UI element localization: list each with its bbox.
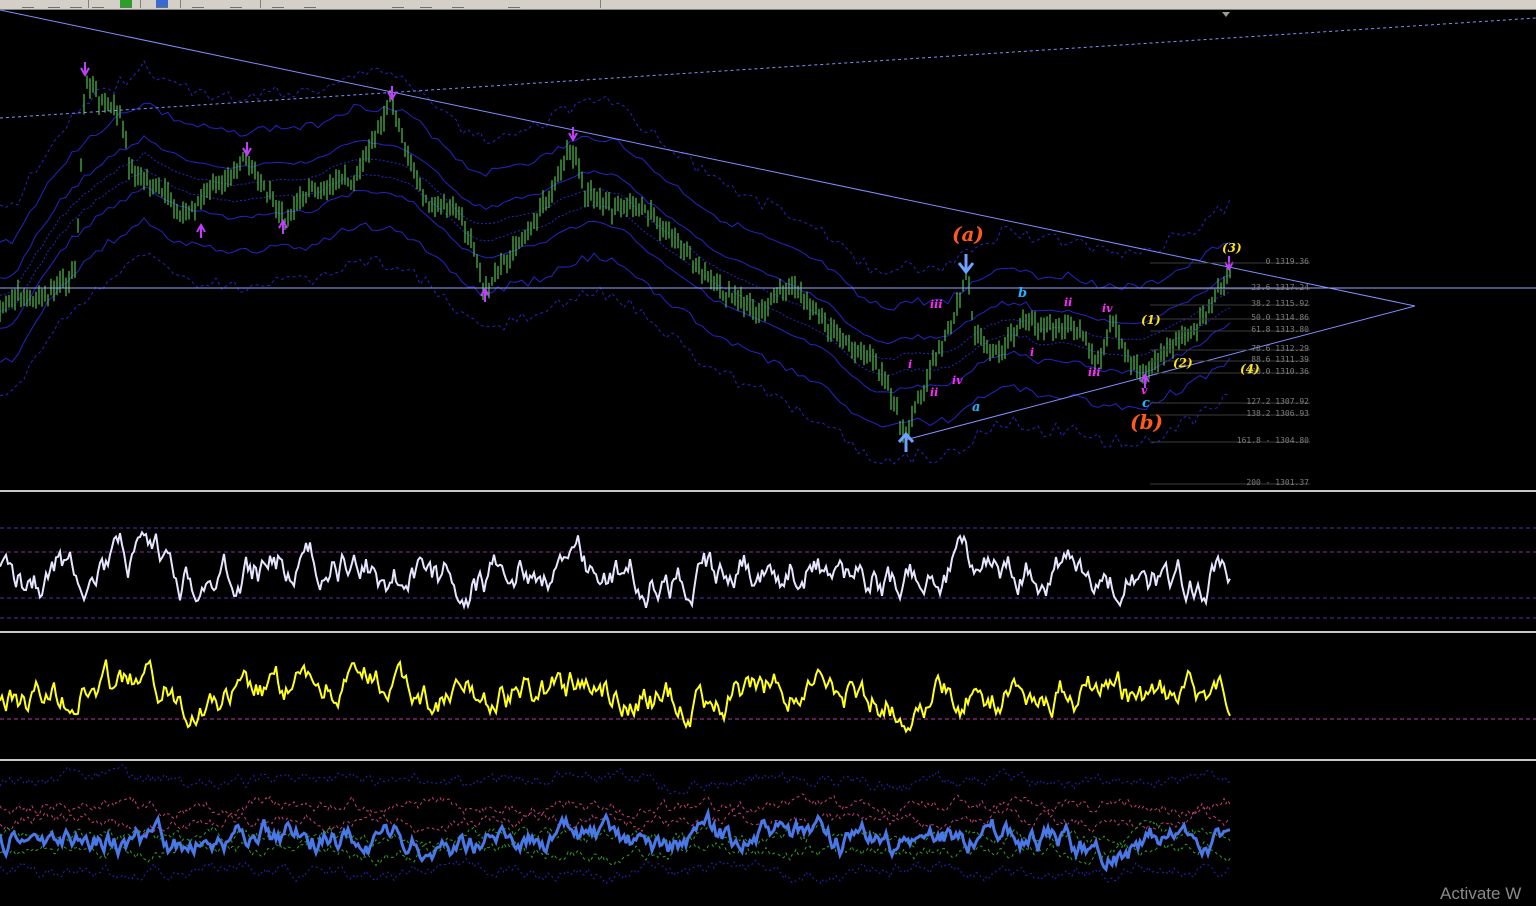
sync-icon[interactable] xyxy=(156,0,168,8)
period-icon[interactable] xyxy=(420,0,432,8)
crosshair-icon[interactable] xyxy=(272,0,284,8)
chart-toolbar xyxy=(0,0,1536,10)
oscillator-2-svg xyxy=(0,658,1536,734)
wave-label-1: (1) xyxy=(1141,313,1161,327)
price-chart-pane[interactable]: 0 1319.36 23.6 1317.24 38.2 1315.92 50.0 13… xyxy=(0,10,1536,490)
wave-start-arrow-icon xyxy=(897,431,915,452)
upper-trendline xyxy=(0,10,1416,307)
toolbar-separator xyxy=(88,0,89,8)
line-icon[interactable] xyxy=(48,0,60,8)
fib-level-label: 200 - 1301.37 xyxy=(1246,478,1309,487)
band-line-5 xyxy=(0,186,1231,394)
wave-label-sub2-iv: iv xyxy=(1102,302,1113,315)
oscillator-pane-2[interactable] xyxy=(0,633,1536,759)
wave-label-sub2-v: v xyxy=(1141,384,1148,397)
fib-level-label: 61.8 1313.80 xyxy=(1251,325,1309,334)
wave-label-4: (4) xyxy=(1240,362,1260,376)
fib-level-label: 78.6 1312.29 xyxy=(1251,344,1309,353)
price-chart-svg xyxy=(0,10,1536,485)
oscillator-1-line xyxy=(0,530,1231,611)
trendline-icon[interactable] xyxy=(304,0,316,8)
wave-label-sub-iv: iv xyxy=(952,374,963,387)
fractal-down-arrow-icon xyxy=(387,86,397,102)
pencil-icon[interactable] xyxy=(22,0,34,8)
fib-level-label: 0 1319.36 xyxy=(1265,257,1309,266)
dotted-trendline xyxy=(0,17,1536,119)
fractal-down-arrow-icon xyxy=(242,142,252,158)
osc3-band-line xyxy=(0,764,1231,796)
wave-label-sub2-iii: iii xyxy=(1088,366,1101,379)
wave-label-a-major: (a) xyxy=(952,222,984,246)
wave-label-b-major: (b) xyxy=(1130,410,1163,434)
channel-icon[interactable] xyxy=(70,0,82,8)
activate-windows-watermark: Activate W xyxy=(1440,884,1522,903)
osc3-band-line xyxy=(0,793,1231,820)
toolbar-separator xyxy=(140,0,141,8)
fractal-down-arrow-icon xyxy=(80,62,90,78)
oscillator-3-svg xyxy=(0,764,1231,885)
price-candles xyxy=(0,75,1231,443)
oscillator-pane-1[interactable] xyxy=(0,492,1536,631)
toolbar-separator xyxy=(260,0,261,8)
oscillator-3-line xyxy=(0,807,1231,873)
fractal-up-arrow-icon xyxy=(480,286,490,302)
add-icon[interactable] xyxy=(120,0,132,8)
band-line-3 xyxy=(0,217,1231,428)
text-icon[interactable] xyxy=(452,0,464,8)
fib-level-label: 50.0 1314.86 xyxy=(1251,313,1309,322)
fractal-up-arrow-icon xyxy=(196,222,206,238)
fibo-icon[interactable] xyxy=(392,0,404,8)
band-line-6 xyxy=(0,151,1231,361)
wave-label-minor-b: b xyxy=(1018,286,1028,301)
band-line-0 xyxy=(0,59,1231,275)
shift-marker-icon xyxy=(1222,12,1230,17)
osc3-band-line xyxy=(0,839,1231,867)
wave-label-sub-iii: iii xyxy=(930,298,943,311)
wave-label-sub-i: i xyxy=(908,358,913,371)
oscillator-1-svg xyxy=(0,527,1536,619)
fib-level-label: 127.2 1307.92 xyxy=(1246,397,1309,406)
toolbar-separator xyxy=(600,0,601,8)
fib-level-label: 23.6 1317.24 xyxy=(1251,283,1309,292)
fib-level-label: 161.8 - 1304.80 xyxy=(1236,436,1309,445)
wave-label-sub2-i: i xyxy=(1030,346,1035,359)
dropdown-icon[interactable] xyxy=(508,0,520,8)
wave-label-minor-c: c xyxy=(1142,396,1150,411)
wave-label-sub2-ii: ii xyxy=(1064,296,1073,309)
wave-label-3: (3) xyxy=(1222,241,1242,255)
wave-a-arrow-icon xyxy=(957,254,975,275)
wave-label-minor-a: a xyxy=(972,400,981,415)
fib-level-label: 138.2 1306.93 xyxy=(1246,409,1309,418)
grid-icon[interactable] xyxy=(92,0,104,8)
fractal-up-arrow-icon xyxy=(278,218,288,234)
wave-label-2: (2) xyxy=(1173,356,1193,370)
wave-label-sub-ii: ii xyxy=(930,386,939,399)
band-line-1 xyxy=(0,252,1231,465)
oscillator-2-line xyxy=(0,658,1231,734)
bars-icon[interactable] xyxy=(192,0,204,8)
fib-level-label: 88.6 1311.39 xyxy=(1251,355,1309,364)
fib-level-label: 38.2 1315.92 xyxy=(1251,299,1309,308)
oscillator-pane-3[interactable] xyxy=(0,761,1536,906)
toolbar-separator xyxy=(180,0,181,8)
cursor-icon[interactable] xyxy=(230,0,242,8)
band-line-4 xyxy=(0,135,1231,345)
fractal-arrows xyxy=(80,62,1234,452)
